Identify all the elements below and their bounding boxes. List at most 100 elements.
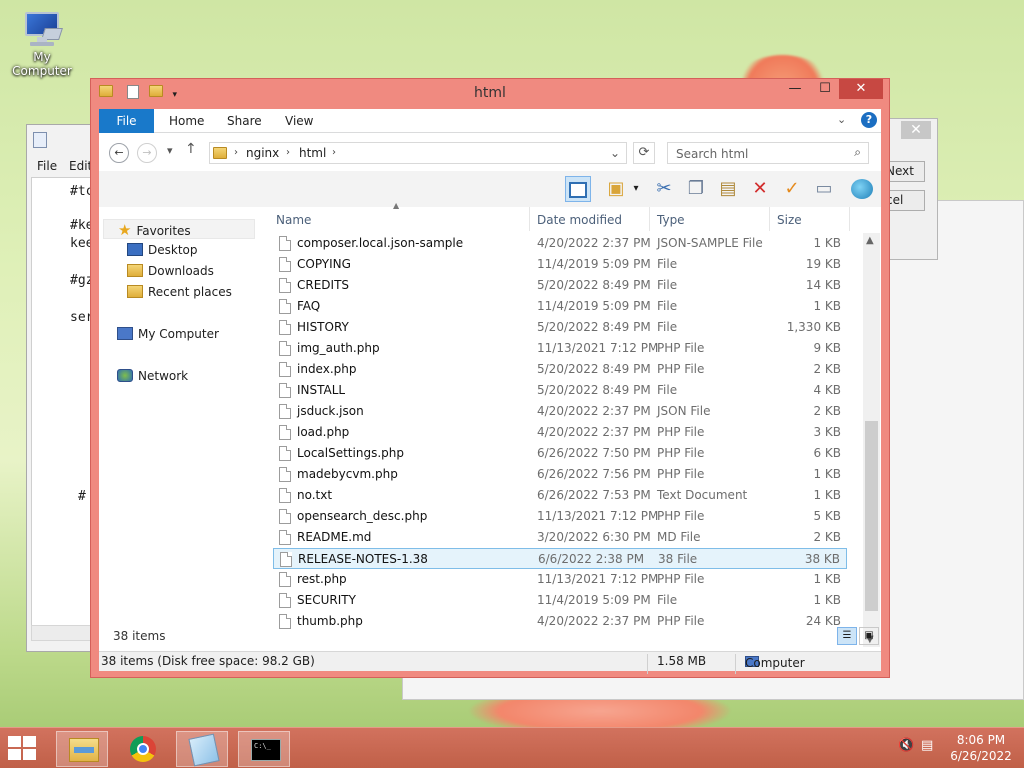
file-type: PHP File [657, 614, 705, 628]
file-name: load.php [297, 425, 350, 439]
file-row[interactable]: rest.php 11/13/2021 7:12 PM PHP File 1 KB [273, 569, 847, 590]
explorer-window[interactable]: ▾ html — ☐ ✕ File Home Share View ⌄ ? ← … [90, 78, 890, 678]
paste-icon[interactable]: ▤ [715, 176, 741, 202]
file-row[interactable]: opensearch_desc.php 11/13/2021 7:12 PM PHP… [273, 506, 847, 527]
properties-card-icon[interactable]: ▭ [811, 176, 837, 202]
file-row[interactable]: LocalSettings.php 6/26/2022 7:50 PM PHP Fi… [273, 443, 847, 464]
large-icons-view-icon[interactable]: ▣ [859, 627, 879, 645]
search-box[interactable]: Search html ⌕ [667, 142, 869, 164]
breadcrumb-nginx[interactable]: nginx [246, 146, 279, 160]
file-size: 4 KB [813, 383, 841, 397]
minimize-button[interactable]: — [781, 79, 809, 99]
column-header-date[interactable]: Date modified [537, 213, 622, 227]
desktop-icon-my-computer[interactable]: My Computer [0, 10, 84, 78]
file-type: File [657, 278, 678, 292]
file-row[interactable]: madebycvm.php 6/26/2022 7:56 PM PHP File 1 … [273, 464, 847, 485]
address-dropdown-icon[interactable]: ⌄ [610, 146, 620, 160]
back-button[interactable]: ← [109, 143, 129, 163]
file-row[interactable]: composer.local.json-sample 4/20/2022 2:37… [273, 233, 847, 254]
taskbar-chrome[interactable] [116, 731, 168, 767]
file-row[interactable]: load.php 4/20/2022 2:37 PM PHP File 3 KB [273, 422, 847, 443]
file-row[interactable]: HISTORY 5/20/2022 8:49 PM File 1,330 KB [273, 317, 847, 338]
file-type: File [657, 320, 678, 334]
file-row[interactable]: img_auth.php 11/13/2021 7:12 PM PHP File 9 … [273, 338, 847, 359]
cut-icon[interactable]: ✂ [651, 176, 677, 202]
nav-recent-places[interactable]: Recent places [127, 282, 232, 302]
system-clock[interactable]: 8:06 PM 6/26/2022 [946, 732, 1016, 764]
up-button[interactable]: ↑ [185, 141, 197, 157]
help-icon[interactable]: ? [861, 112, 877, 128]
file-row[interactable]: index.php 5/20/2022 8:49 PM PHP File 2 KB [273, 359, 847, 380]
file-row[interactable]: FAQ 11/4/2019 5:09 PM File 1 KB [273, 296, 847, 317]
file-row[interactable]: no.txt 6/26/2022 7:53 PM Text Document 1 KB [273, 485, 847, 506]
chevron-down-icon[interactable]: ▾ [629, 176, 643, 202]
title-bar[interactable]: ▾ html — ☐ ✕ [91, 79, 889, 107]
scroll-up-icon[interactable]: ▲ [866, 235, 874, 246]
breadcrumb-separator-icon[interactable]: › [286, 147, 290, 158]
address-bar[interactable]: › nginx › html › ⌄ [209, 142, 627, 164]
column-divider[interactable] [529, 207, 530, 231]
refresh-button[interactable]: ⟳ [633, 142, 655, 164]
tab-view[interactable]: View [285, 109, 313, 133]
column-header-size[interactable]: Size [777, 213, 802, 227]
details-view-icon[interactable]: ☰ [837, 627, 857, 645]
file-size: 1 KB [813, 299, 841, 313]
column-divider[interactable] [769, 207, 770, 231]
close-button[interactable]: ✕ [839, 79, 883, 99]
file-row[interactable]: RELEASE-NOTES-1.38 6/6/2022 2:38 PM 38 Fil… [273, 548, 847, 569]
file-explorer-icon [69, 738, 99, 762]
breadcrumb-separator-icon[interactable]: › [332, 147, 336, 158]
search-icon[interactable]: ⌕ [854, 145, 861, 160]
tab-file[interactable]: File [99, 109, 154, 133]
volume-muted-icon[interactable]: 🔇 [898, 738, 914, 753]
column-divider[interactable] [649, 207, 650, 231]
column-header-name[interactable]: Name [276, 213, 311, 227]
file-row[interactable]: CREDITS 5/20/2022 8:49 PM File 14 KB [273, 275, 847, 296]
tab-home[interactable]: Home [169, 109, 204, 133]
breadcrumb-html[interactable]: html [299, 146, 326, 160]
shell-icon[interactable] [849, 176, 875, 202]
ribbon-expand-icon[interactable]: ⌄ [837, 113, 846, 126]
menu-edit[interactable]: Edit [69, 159, 92, 173]
copy-icon[interactable]: ❐ [683, 176, 709, 202]
taskbar-notepad[interactable] [176, 731, 228, 767]
nav-my-computer[interactable]: My Computer [117, 324, 219, 344]
network-status-icon[interactable]: ▤ [921, 738, 933, 753]
file-row[interactable]: README.md 3/20/2022 6:30 PM MD File 2 KB [273, 527, 847, 548]
maximize-button[interactable]: ☐ [811, 79, 839, 99]
nav-desktop[interactable]: Desktop [127, 240, 198, 260]
file-row[interactable]: INSTALL 5/20/2022 8:49 PM File 4 KB [273, 380, 847, 401]
breadcrumb-separator-icon[interactable]: › [234, 147, 238, 158]
tab-share[interactable]: Share [227, 109, 262, 133]
my-computer-icon [21, 10, 63, 48]
folder-options-icon[interactable]: ▣ [603, 176, 629, 202]
taskbar-file-explorer[interactable] [56, 731, 108, 767]
dialog-close-button[interactable]: ✕ [901, 121, 931, 139]
nav-network[interactable]: Network [117, 366, 188, 386]
file-row[interactable]: thumb.php 4/20/2022 2:37 PM PHP File 24 KB [273, 611, 847, 632]
file-icon [279, 299, 291, 314]
delete-icon[interactable]: ✕ [747, 176, 773, 202]
nav-downloads[interactable]: Downloads [127, 261, 214, 281]
file-size: 1 KB [813, 593, 841, 607]
menu-file[interactable]: File [37, 159, 57, 173]
start-button[interactable] [8, 736, 38, 762]
column-divider[interactable] [849, 207, 850, 231]
command-toolbar: ▣ ▾ ✂ ❐ ▤ ✕ ✓ ▭ [99, 171, 881, 207]
status-divider [647, 654, 648, 674]
file-row[interactable]: COPYING 11/4/2019 5:09 PM File 19 KB [273, 254, 847, 275]
checkmark-icon[interactable]: ✓ [779, 176, 805, 202]
vertical-scrollbar[interactable]: ▲ ▼ [863, 233, 880, 647]
forward-button[interactable]: → [137, 143, 157, 163]
nav-favorites[interactable]: ★ Favorites [103, 219, 255, 239]
search-input[interactable]: Search html [676, 147, 748, 161]
file-name: index.php [297, 362, 357, 376]
taskbar-command-prompt[interactable]: C:\_ [238, 731, 290, 767]
file-row[interactable]: SECURITY 11/4/2019 5:09 PM File 1 KB [273, 590, 847, 611]
file-name: RELEASE-NOTES-1.38 [298, 552, 428, 566]
recent-locations-chevron-icon[interactable]: ▾ [167, 144, 173, 157]
file-row[interactable]: jsduck.json 4/20/2022 2:37 PM JSON File 2 K… [273, 401, 847, 422]
preview-pane-icon[interactable] [565, 176, 591, 202]
scrollbar-thumb[interactable] [865, 421, 878, 611]
column-header-type[interactable]: Type [657, 213, 685, 227]
